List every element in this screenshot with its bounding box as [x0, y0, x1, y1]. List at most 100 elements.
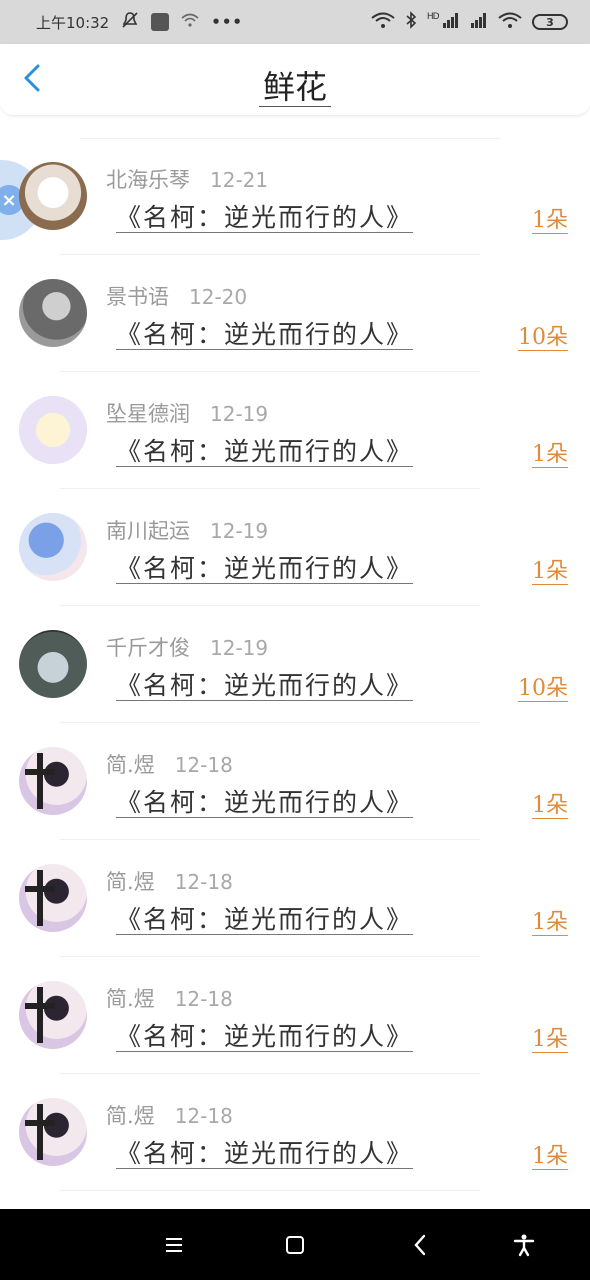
avatar-cross: [37, 1104, 43, 1160]
list-item[interactable]: 简.煜 12-18 《名柯：逆光而行的人》 1朵: [0, 723, 590, 840]
battery-icon: 3: [532, 14, 568, 30]
bw-avatar[interactable]: [19, 279, 87, 347]
flower-count-text: 1朵: [532, 1144, 568, 1170]
sender-line: 简.煜 12-18: [106, 983, 233, 1013]
flower-count: 1朵: [532, 202, 568, 234]
sender-name[interactable]: 景书语: [106, 285, 169, 309]
gift-target: 《名柯：逆光而行的人》: [116, 549, 414, 585]
list-item[interactable]: 简.煜 12-18 《名柯：逆光而行的人》 1朵: [0, 957, 590, 1074]
sender-name[interactable]: 简.煜: [106, 753, 155, 777]
back-icon: [414, 1234, 426, 1256]
list-item[interactable]: 南川起运 12-19 《名柯：逆光而行的人》 1朵: [0, 489, 590, 606]
nav-back-button[interactable]: [406, 1231, 434, 1259]
menu-button[interactable]: [160, 1231, 188, 1259]
hd-label: HD: [426, 12, 440, 22]
gift-target: 《名柯：逆光而行的人》: [116, 198, 414, 234]
girl-avatar[interactable]: [19, 1098, 87, 1166]
avatar-cross-bar: [25, 769, 55, 775]
list-item[interactable]: 景书语 12-20 《名柯：逆光而行的人》 10朵: [0, 255, 590, 372]
page-title-text: 鲜花: [258, 68, 331, 107]
gift-date: 12-18: [174, 1104, 233, 1128]
menu-icon: [166, 1238, 182, 1252]
avatar-cross-bar: [25, 886, 55, 892]
sender-name[interactable]: 坠星德润: [106, 402, 190, 426]
sender-line: 简.煜 12-18: [106, 1100, 233, 1130]
gift-target: 《名柯：逆光而行的人》: [116, 1134, 414, 1170]
gift-target: 《名柯：逆光而行的人》: [116, 666, 414, 702]
flower-count: 1朵: [532, 1021, 568, 1053]
flower-count-text: 10朵: [518, 325, 568, 351]
more-dots-icon: •••: [211, 13, 243, 31]
gift-target: 《名柯：逆光而行的人》: [116, 315, 414, 351]
gift-book-title: 《名柯：逆光而行的人》: [116, 905, 414, 935]
gift-date: 12-21: [210, 168, 269, 192]
anime-avatar[interactable]: [19, 396, 87, 464]
list-item[interactable]: 千斤才俊 12-19 《名柯：逆光而行的人》 10朵: [0, 606, 590, 723]
sender-line: 南川起运 12-19: [106, 515, 268, 545]
gift-target: 《名柯：逆光而行的人》: [116, 1017, 414, 1053]
gift-book-title: 《名柯：逆光而行的人》: [116, 788, 414, 818]
gift-book-title: 《名柯：逆光而行的人》: [116, 671, 414, 701]
square-icon: [286, 1236, 304, 1254]
sender-name[interactable]: 简.煜: [106, 870, 155, 894]
flower-count-text: 10朵: [518, 676, 568, 702]
gift-date: 12-18: [174, 987, 233, 1011]
list-item[interactable]: 简.煜 12-18 《名柯：逆光而行的人》 1朵: [0, 1074, 590, 1191]
gift-date: 12-19: [210, 402, 269, 426]
flower-count-text: 1朵: [532, 910, 568, 936]
gift-date: 12-18: [174, 753, 233, 777]
gift-book-title: 《名柯：逆光而行的人》: [116, 554, 414, 584]
flower-count-text: 1朵: [532, 793, 568, 819]
accessibility-icon: [513, 1234, 535, 1257]
status-right: HD 3: [371, 11, 568, 33]
avatar-cross-bar: [25, 1003, 55, 1009]
gift-book-title: 《名柯：逆光而行的人》: [116, 320, 414, 350]
flower-count: 1朵: [532, 1138, 568, 1170]
flower-count-text: 1朵: [532, 208, 568, 234]
sender-name[interactable]: 南川起运: [106, 519, 190, 543]
gift-target: 《名柯：逆光而行的人》: [116, 783, 414, 819]
flower-count: 1朵: [532, 904, 568, 936]
sender-name[interactable]: 简.煜: [106, 1104, 155, 1128]
list-item[interactable]: 简.煜 12-18 《名柯：逆光而行的人》 1朵: [0, 840, 590, 957]
forest-avatar[interactable]: [19, 630, 87, 698]
gift-target: 《名柯：逆光而行的人》: [116, 432, 414, 468]
hd-signal-icon: HD: [427, 12, 460, 32]
sender-line: 北海乐琴 12-21: [106, 164, 268, 194]
wifi-small-icon: [181, 13, 199, 31]
page-title: 鲜花: [0, 62, 590, 108]
anime-avatar[interactable]: [19, 513, 87, 581]
flower-count: 1朵: [532, 436, 568, 468]
girl-avatar[interactable]: [19, 747, 87, 815]
sender-line: 千斤才俊 12-19: [106, 632, 268, 662]
gift-date: 12-20: [189, 285, 248, 309]
list-item[interactable]: 北海乐琴 12-21 《名柯：逆光而行的人》 1朵: [0, 138, 590, 255]
status-time: 上午10:32: [36, 13, 110, 32]
sender-name[interactable]: 简.煜: [106, 987, 155, 1011]
gift-date: 12-19: [210, 519, 269, 543]
flower-count: 1朵: [532, 553, 568, 585]
flower-count-text: 1朵: [532, 559, 568, 585]
wifi-icon: [371, 12, 395, 32]
avatar-cross: [37, 870, 43, 926]
accessibility-button[interactable]: [510, 1231, 538, 1259]
sender-name[interactable]: 北海乐琴: [106, 168, 190, 192]
flower-count: 1朵: [532, 787, 568, 819]
flower-count-text: 1朵: [532, 442, 568, 468]
cat-avatar[interactable]: [19, 162, 87, 230]
sender-line: 简.煜 12-18: [106, 749, 233, 779]
gift-list: 北海乐琴 12-21 《名柯：逆光而行的人》 1朵 景书语 12-20 《名柯：逆光而行的人…: [0, 138, 590, 1191]
gift-book-title: 《名柯：逆光而行的人》: [116, 437, 414, 467]
wifi-icon-2: [498, 12, 522, 32]
home-button[interactable]: [281, 1231, 309, 1259]
status-bar: 上午10:32 ••• HD 3: [0, 0, 590, 44]
status-left: 上午10:32 •••: [36, 11, 243, 33]
girl-avatar[interactable]: [19, 864, 87, 932]
sender-line: 简.煜 12-18: [106, 866, 233, 896]
list-item[interactable]: 坠星德润 12-19 《名柯：逆光而行的人》 1朵: [0, 372, 590, 489]
app-notification-icon: [151, 13, 170, 31]
battery-level: 3: [546, 15, 554, 29]
sender-name[interactable]: 千斤才俊: [106, 636, 190, 660]
girl-avatar[interactable]: [19, 981, 87, 1049]
gift-book-title: 《名柯：逆光而行的人》: [116, 1022, 414, 1052]
